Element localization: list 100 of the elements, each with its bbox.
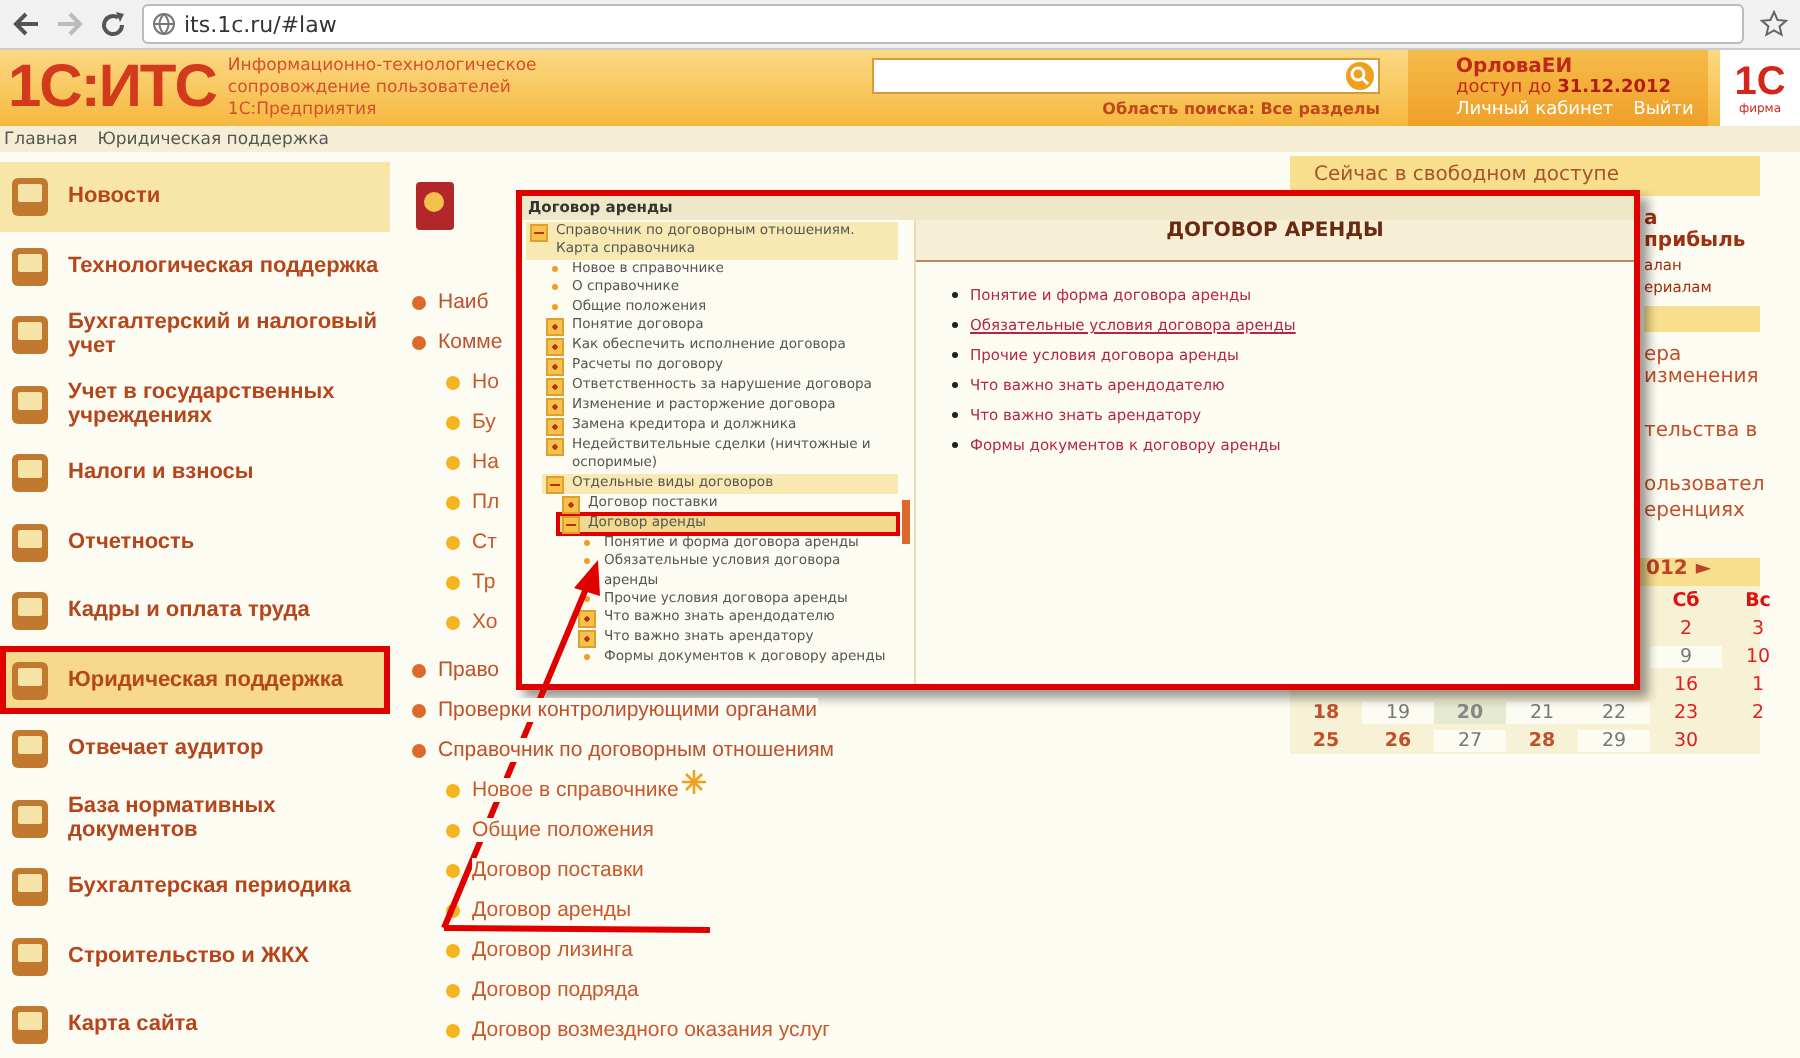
calendar-day[interactable]: 20 xyxy=(1434,701,1506,723)
sidebar-item[interactable]: Бухгалтерская периодика xyxy=(0,852,390,921)
sidebar-item[interactable]: Бухгалтерский и налоговый учет xyxy=(0,300,390,369)
scrollbar-handle[interactable] xyxy=(902,500,910,544)
breadcrumb-link[interactable]: Главная xyxy=(4,129,78,149)
content-heading: ДОГОВОР АРЕНДЫ xyxy=(916,220,1634,262)
tree-bullet-icon xyxy=(412,743,426,757)
tree-link[interactable]: Комме xyxy=(438,330,503,354)
tree-bullet-icon xyxy=(412,335,426,349)
search-field[interactable] xyxy=(872,58,1380,94)
tree-link[interactable]: Договор аренды xyxy=(472,898,632,922)
calendar-day[interactable]: 29 xyxy=(1578,729,1650,751)
sidebar-item[interactable]: Юридическая поддержка xyxy=(0,645,390,714)
sidebar-item[interactable]: Технологическая поддержка xyxy=(0,231,390,300)
calendar-day[interactable]: 16 xyxy=(1650,673,1722,695)
tree-link[interactable]: Хо xyxy=(472,610,498,634)
calendar-day[interactable]: 25 xyxy=(1290,729,1362,751)
tree-bullet-icon xyxy=(446,575,460,589)
bullet-icon xyxy=(584,558,590,565)
tree-bullet-icon xyxy=(446,495,460,509)
sidebar-item[interactable]: Отчетность xyxy=(0,507,390,576)
tree-bullet-icon xyxy=(446,943,460,957)
access-date: доступ до 31.12.2012 xyxy=(1456,78,1674,98)
news-link[interactable]: тельства в xyxy=(1644,420,1760,442)
calendar-day[interactable]: 26 xyxy=(1362,729,1434,751)
tree-link[interactable]: Ст xyxy=(472,530,497,554)
section-header-bar xyxy=(1644,306,1760,332)
calendar-day[interactable]: 2 xyxy=(1722,701,1794,723)
tree-link[interactable]: Новое в справочнике xyxy=(472,778,679,802)
tree-link[interactable]: Право xyxy=(438,658,500,682)
bullet-icon xyxy=(552,265,558,272)
tree-link[interactable]: Тр xyxy=(472,570,496,594)
calendar-day[interactable]: 28 xyxy=(1506,729,1578,751)
collapse-icon[interactable] xyxy=(546,475,564,494)
collapse-icon[interactable] xyxy=(562,515,580,534)
bullet-icon xyxy=(952,412,958,418)
news-link[interactable]: а прибыль xyxy=(1644,208,1760,252)
tree-bullet-icon xyxy=(446,535,460,549)
sidebar-item[interactable]: Карта сайта xyxy=(0,990,390,1058)
tree-bullet-icon xyxy=(446,983,460,997)
calendar-day[interactable]: 30 xyxy=(1650,729,1722,751)
tree-bullet-icon xyxy=(412,295,426,309)
tree-bullet-icon xyxy=(412,663,426,677)
tree-link[interactable]: Договор лизинга xyxy=(472,938,633,962)
calendar-day[interactable]: 21 xyxy=(1506,701,1578,723)
tree-bullet-icon xyxy=(446,415,460,429)
sidebar-item[interactable]: Кадры и оплата труда xyxy=(0,576,390,645)
calendar-day[interactable]: 9 xyxy=(1650,645,1722,667)
tree-link[interactable]: На xyxy=(472,450,499,474)
calendar-day[interactable]: 2 xyxy=(1650,617,1722,639)
search-scope-link[interactable]: Область поиска: Все разделы xyxy=(1102,100,1380,118)
sidebar-item[interactable]: Налоги и взносы xyxy=(0,438,390,507)
tree-link[interactable]: Справочник по договорным отношениям xyxy=(438,738,835,762)
news-link[interactable]: ользовател xyxy=(1644,474,1760,496)
brand-logo-text: 1С xyxy=(1734,61,1786,101)
calendar-day[interactable]: 27 xyxy=(1434,729,1506,751)
calendar-day[interactable]: 1 xyxy=(1722,673,1794,695)
globe-icon xyxy=(152,12,176,36)
tree-link[interactable]: Наиб xyxy=(438,290,489,314)
calendar-day[interactable]: 22 xyxy=(1578,701,1650,723)
calendar-day[interactable]: 3 xyxy=(1722,617,1794,639)
tree-link[interactable]: Проверки контролирующими органами xyxy=(438,698,818,722)
tree-bullet-icon xyxy=(446,375,460,389)
sidebar-item[interactable]: База нормативных документов xyxy=(0,783,390,852)
tree-bullet-icon xyxy=(446,615,460,629)
tree-bullet-icon xyxy=(446,455,460,469)
tree-link[interactable]: Договор поставки xyxy=(472,858,644,882)
news-link[interactable]: ера изменения xyxy=(1644,344,1760,388)
bullet-icon xyxy=(584,596,590,603)
calendar-day[interactable]: 10 xyxy=(1722,645,1794,667)
tree-link[interactable]: Общие положения xyxy=(472,818,654,842)
bullet-icon xyxy=(552,284,558,291)
reload-icon[interactable] xyxy=(100,11,126,37)
calendar-day[interactable]: 18 xyxy=(1290,701,1362,723)
address-field[interactable]: its.1c.ru/#law xyxy=(142,4,1744,44)
tree-bullet-icon xyxy=(446,783,460,797)
tagline-text: 1С:Предприятия xyxy=(227,99,379,121)
calendar-day[interactable]: 19 xyxy=(1362,701,1434,723)
bullet-icon xyxy=(952,382,958,388)
sidebar-item[interactable]: Отвечает аудитор xyxy=(0,714,390,783)
tagline-text: сопровождение пользователей xyxy=(227,77,513,99)
tree-link[interactable]: Договор подряда xyxy=(472,978,639,1002)
tree-link[interactable]: Но xyxy=(472,370,499,394)
bullet-icon xyxy=(952,322,958,328)
news-link[interactable]: еренциях xyxy=(1644,500,1760,522)
sidebar-item[interactable]: Новости xyxy=(0,162,390,231)
collapse-icon[interactable] xyxy=(530,224,548,242)
next-month-button[interactable]: ► xyxy=(1695,558,1712,586)
calendar-day[interactable]: 23 xyxy=(1650,701,1722,723)
user-name: ОрловаЕИ xyxy=(1456,56,1575,78)
tree-link[interactable]: Договор возмездного оказания услуг xyxy=(472,1018,830,1042)
back-icon[interactable] xyxy=(12,12,40,36)
star-icon[interactable] xyxy=(1760,10,1788,38)
sidebar-item[interactable]: Строительство и ЖКХ xyxy=(0,921,390,990)
breadcrumb-link[interactable]: Юридическая поддержка xyxy=(97,129,329,149)
site-logo[interactable]: 1С:ИТС xyxy=(8,54,216,122)
expand-icon[interactable] xyxy=(562,495,580,514)
tree-link[interactable]: Пл xyxy=(472,490,500,514)
tree-link[interactable]: Бу xyxy=(472,410,496,434)
sidebar-item[interactable]: Учет в государственных учреждениях xyxy=(0,369,390,438)
